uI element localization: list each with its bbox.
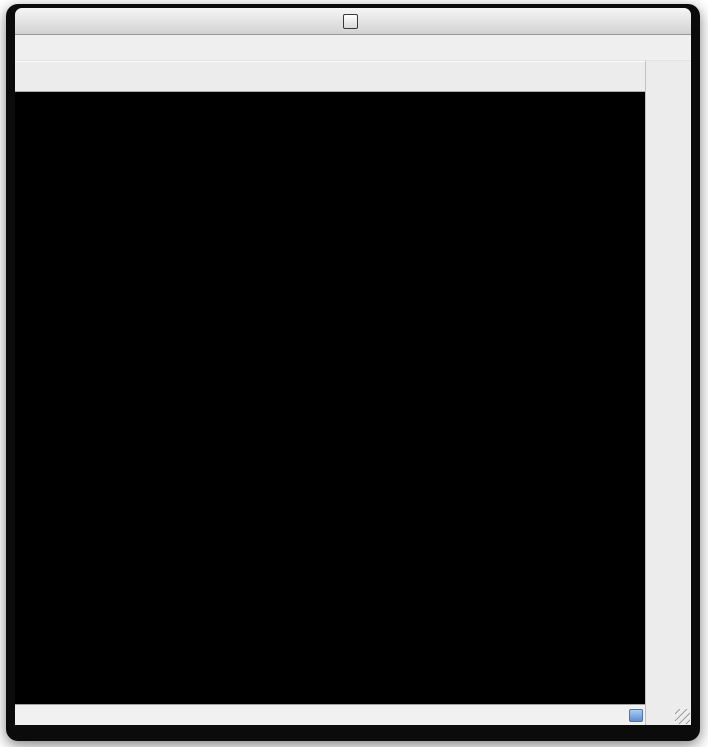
titlebar[interactable] [15,8,691,35]
right-toolbar [645,61,691,725]
menu-bar [15,35,691,61]
toolbar [15,61,645,92]
page [0,0,708,747]
coot-window [6,4,700,741]
resize-grip-icon[interactable] [675,709,690,724]
content-row [15,61,691,725]
x11-icon [343,14,358,29]
title-center [15,14,691,29]
status-scroll-thumb[interactable] [629,709,643,722]
molecular-viewport[interactable] [15,92,645,704]
status-bar [15,704,645,725]
molecular-scene [15,92,645,704]
main-column [15,61,645,725]
